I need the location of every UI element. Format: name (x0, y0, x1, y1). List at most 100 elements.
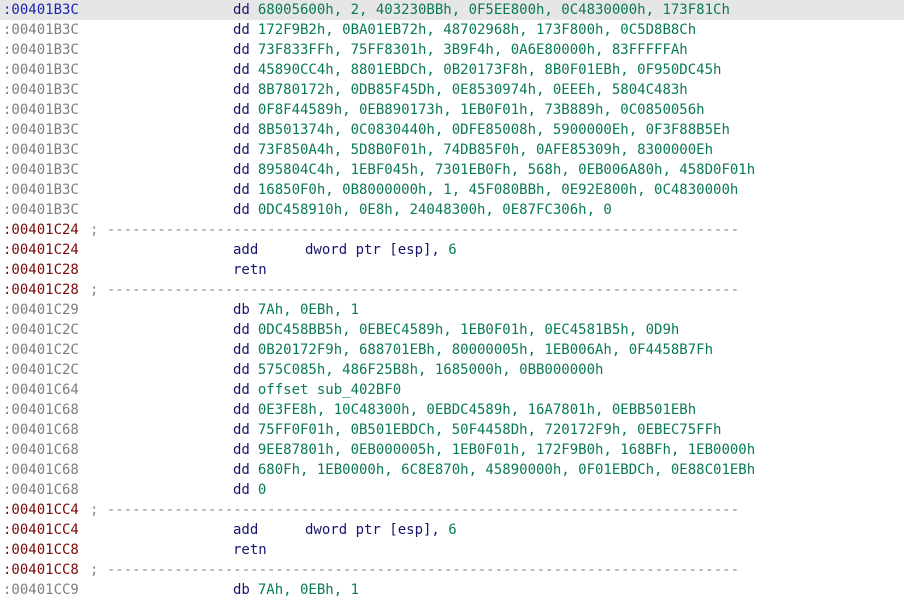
address-label[interactable]: :00401CC8 (3, 560, 79, 580)
operand-values: 6 (439, 522, 457, 538)
instruction[interactable]: dd 45890CC4h, 8801EBDCh, 0B20173F8h, 8B0F… (233, 60, 721, 80)
instruction[interactable]: dd 0E3FE8h, 10C48300h, 0EBDC4589h, 16A780… (233, 400, 696, 420)
address-label[interactable]: :00401C68 (3, 440, 79, 460)
address-label[interactable]: :00401B3C (3, 180, 79, 200)
operands: 75FF0F01h, 0B501EBDCh, 50F4458Dh, 720172… (258, 422, 722, 438)
listing-row[interactable]: :00401CC4 ; -----------------------------… (0, 500, 904, 520)
listing-row[interactable]: :00401C68 dd 75FF0F01h, 0B501EBDCh, 50F445… (0, 420, 904, 440)
mnemonic: dd (233, 362, 250, 378)
listing-row[interactable]: :00401B3C dd 73F850A4h, 5D8B0F01h, 74DB85F… (0, 140, 904, 160)
listing-row[interactable]: :00401C2C dd 0DC458BB5h, 0EBEC4589h, 1EB0F… (0, 320, 904, 340)
listing-row[interactable]: :00401B3C dd 45890CC4h, 8801EBDCh, 0B20173… (0, 60, 904, 80)
address-label[interactable]: :00401C24 (3, 220, 79, 240)
instruction[interactable]: dd 68005600h, 2, 403230BBh, 0F5EE800h, 0C… (233, 0, 730, 20)
instruction[interactable]: dd 0B20172F9h, 688701EBh, 80000005h, 1EB0… (233, 340, 713, 360)
instruction[interactable]: db 7Ah, 0EBh, 1 (233, 580, 359, 600)
instruction[interactable]: db 7Ah, 0EBh, 1 (233, 300, 359, 320)
instruction[interactable]: add dword ptr [esp], 6 (233, 520, 457, 540)
address-label[interactable]: :00401B3C (3, 200, 79, 220)
address-label[interactable]: :00401B3C (3, 60, 79, 80)
listing-row[interactable]: :00401C68 dd 0E3FE8h, 10C48300h, 0EBDC4589… (0, 400, 904, 420)
mnemonic: retn (233, 542, 267, 558)
operand-values: 7Ah, 0EBh, 1 (257, 302, 360, 318)
listing-row[interactable]: :00401B3C dd 8B501374h, 0C0830440h, 0DFE85… (0, 120, 904, 140)
mnemonic: dd (233, 162, 250, 178)
listing-row[interactable]: :00401B3C dd 73F833FFh, 75FF8301h, 3B9F4h,… (0, 40, 904, 60)
listing-row[interactable]: :00401B3C dd 16850F0h, 0B8000000h, 1, 45F0… (0, 180, 904, 200)
instruction[interactable]: dd 16850F0h, 0B8000000h, 1, 45F080BBh, 0E… (233, 180, 738, 200)
listing-row[interactable]: :00401C24 add dword ptr [esp], 6 (0, 240, 904, 260)
address-label[interactable]: :00401B3C (3, 140, 79, 160)
address-label[interactable]: :00401B3C (3, 20, 79, 40)
operands: 7Ah, 0EBh, 1 (258, 582, 359, 598)
address-label[interactable]: :00401B3C (3, 80, 79, 100)
listing-row[interactable]: :00401B3C dd 0DC458910h, 0E8h, 24048300h, … (0, 200, 904, 220)
address-label[interactable]: :00401CC4 (3, 520, 79, 540)
mnemonic: dd (233, 202, 250, 218)
address-label[interactable]: :00401B3C (3, 100, 79, 120)
listing-row[interactable]: :00401C68 dd 680Fh, 1EB0000h, 6C8E870h, 45… (0, 460, 904, 480)
address-label[interactable]: :00401CC4 (3, 500, 79, 520)
instruction[interactable]: dd 895804C4h, 1EBF045h, 7301EB0Fh, 568h, … (233, 160, 755, 180)
instruction[interactable]: dd 0 (233, 480, 266, 500)
instruction[interactable]: dd 8B780172h, 0DB85F45Dh, 0E8530974h, 0EE… (233, 80, 688, 100)
listing-row[interactable]: :00401C28 ; -----------------------------… (0, 280, 904, 300)
address-label[interactable]: :00401C2C (3, 320, 79, 340)
address-label[interactable]: :00401B3C (3, 160, 79, 180)
listing-row[interactable]: :00401CC8 ; -----------------------------… (0, 560, 904, 580)
instruction[interactable]: dd 73F850A4h, 5D8B0F01h, 74DB85F0h, 0AFE8… (233, 140, 713, 160)
mnemonic: dd (233, 322, 250, 338)
instruction[interactable]: dd 0F8F44589h, 0EB890173h, 1EB0F01h, 73B8… (233, 100, 705, 120)
address-label[interactable]: :00401C28 (3, 260, 79, 280)
listing-row[interactable]: :00401C28 retn (0, 260, 904, 280)
instruction[interactable]: retn (233, 260, 267, 280)
address-label[interactable]: :00401C28 (3, 280, 79, 300)
instruction[interactable]: dd 73F833FFh, 75FF8301h, 3B9F4h, 0A6E8000… (233, 40, 688, 60)
listing-row[interactable]: :00401B3C dd 68005600h, 2, 403230BBh, 0F5E… (0, 0, 904, 20)
instruction[interactable]: dd 9EE87801h, 0EB000005h, 1EB0F01h, 172F9… (233, 440, 755, 460)
listing-row[interactable]: :00401B3C dd 172F9B2h, 0BA01EB72h, 4870296… (0, 20, 904, 40)
instruction[interactable]: dd 0DC458910h, 0E8h, 24048300h, 0E87FC306… (233, 200, 612, 220)
address-label[interactable]: :00401CC9 (3, 580, 79, 600)
address-label[interactable]: :00401C29 (3, 300, 79, 320)
address-label[interactable]: :00401C68 (3, 460, 79, 480)
address-label[interactable]: :00401C2C (3, 340, 79, 360)
address-label[interactable]: :00401C68 (3, 420, 79, 440)
listing-row[interactable]: :00401C64 dd offset sub_402BF0 (0, 380, 904, 400)
instruction[interactable]: add dword ptr [esp], 6 (233, 240, 457, 260)
listing-row[interactable]: :00401C24 ; -----------------------------… (0, 220, 904, 240)
listing-row[interactable]: :00401B3C dd 8B780172h, 0DB85F45Dh, 0E8530… (0, 80, 904, 100)
listing-row[interactable]: :00401CC9 db 7Ah, 0EBh, 1 (0, 580, 904, 600)
instruction[interactable]: dd 172F9B2h, 0BA01EB72h, 48702968h, 173F8… (233, 20, 696, 40)
listing-row[interactable]: :00401C68 dd 9EE87801h, 0EB000005h, 1EB0F0… (0, 440, 904, 460)
listing-row[interactable]: :00401B3C dd 0F8F44589h, 0EB890173h, 1EB0F… (0, 100, 904, 120)
listing-row[interactable]: :00401B3C dd 895804C4h, 1EBF045h, 7301EB0F… (0, 160, 904, 180)
address-label[interactable]: :00401B3C (3, 120, 79, 140)
operand-values: 9EE87801h, 0EB000005h, 1EB0F01h, 172F9B0… (257, 442, 756, 458)
listing-row[interactable]: :00401C29 db 7Ah, 0EBh, 1 (0, 300, 904, 320)
instruction[interactable]: dd 8B501374h, 0C0830440h, 0DFE85008h, 590… (233, 120, 730, 140)
instruction[interactable]: retn (233, 540, 267, 560)
listing-row[interactable]: :00401C2C dd 0B20172F9h, 688701EBh, 800000… (0, 340, 904, 360)
disassembly-listing[interactable]: :00401B3C dd 68005600h, 2, 403230BBh, 0F5E… (0, 0, 904, 600)
operands: 0DC458910h, 0E8h, 24048300h, 0E87FC306h,… (258, 202, 612, 218)
instruction[interactable]: dd offset sub_402BF0 (233, 380, 401, 400)
address-label[interactable]: :00401C24 (3, 240, 79, 260)
address-label[interactable]: :00401CC8 (3, 540, 79, 560)
address-label[interactable]: :00401C68 (3, 400, 79, 420)
listing-row[interactable]: :00401C68 dd 0 (0, 480, 904, 500)
address-label[interactable]: :00401C68 (3, 480, 79, 500)
instruction[interactable]: dd 0DC458BB5h, 0EBEC4589h, 1EB0F01h, 0EC4… (233, 320, 679, 340)
mnemonic: dd (233, 382, 250, 398)
address-label[interactable]: :00401C64 (3, 380, 79, 400)
instruction[interactable]: dd 680Fh, 1EB0000h, 6C8E870h, 45890000h, … (233, 460, 755, 480)
listing-row[interactable]: :00401CC4 add dword ptr [esp], 6 (0, 520, 904, 540)
instruction[interactable]: dd 75FF0F01h, 0B501EBDCh, 50F4458Dh, 7201… (233, 420, 721, 440)
listing-row[interactable]: :00401C2C dd 575C085h, 486F25B8h, 1685000h… (0, 360, 904, 380)
address-label[interactable]: :00401B3C (3, 40, 79, 60)
listing-row[interactable]: :00401CC8 retn (0, 540, 904, 560)
address-label[interactable]: :00401C2C (3, 360, 79, 380)
operand-values: 73F850A4h, 5D8B0F01h, 74DB85F0h, 0AFE853… (257, 142, 714, 158)
instruction[interactable]: dd 575C085h, 486F25B8h, 1685000h, 0BB0000… (233, 360, 603, 380)
address-label[interactable]: :00401B3C (3, 0, 79, 20)
